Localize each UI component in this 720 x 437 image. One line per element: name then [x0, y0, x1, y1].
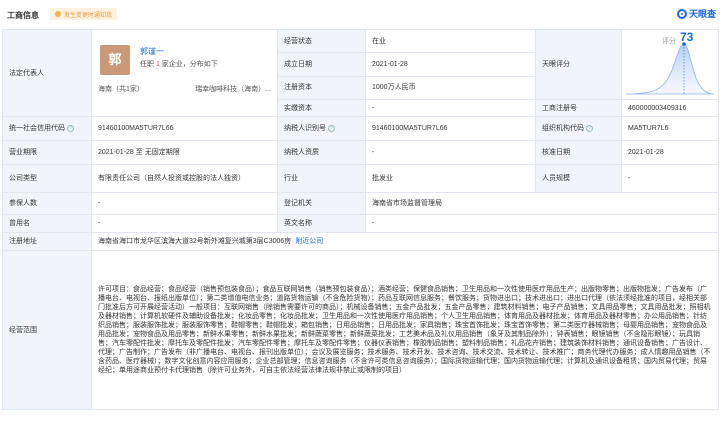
taxpayer-qual-label: 纳税人资质: [277, 140, 366, 165]
section-header: 工商信息 发生变更时通知我 天眼查: [0, 0, 720, 28]
reg-number-value: 460000003409316: [621, 99, 719, 117]
brand-logo[interactable]: 天眼查: [676, 7, 716, 20]
address-cell: 海南省海口市龙华区滨海大道32号新外滩复兴城第3层C3006房 附近公司: [91, 232, 719, 251]
org-code-value: MA5TUR7L6: [621, 116, 719, 141]
credit-code-label: 统一社会信用代码?: [2, 116, 92, 141]
reg-number-label: 工商注册号: [535, 99, 622, 117]
taxpayer-qual-value: -: [365, 140, 536, 165]
established-label: 成立日期: [277, 52, 366, 77]
established-value: 2021-01-28: [365, 52, 536, 77]
legal-rep-name[interactable]: 郭谨一: [140, 47, 164, 56]
avatar[interactable]: 郭: [100, 44, 130, 75]
authority-label: 登记机关: [277, 192, 366, 215]
legal-rep-cell: 郭 郭谨一 任职 1 家企业，分布如下 海南（共1家） 瑞幸咖啡科技（海南）..…: [91, 29, 278, 117]
insured-value: -: [91, 192, 278, 215]
help-circle-icon[interactable]: ?: [328, 124, 335, 132]
address-label: 注册地址: [2, 232, 92, 251]
score-label: 天眼评分: [535, 29, 622, 100]
section-title: 工商信息: [7, 11, 39, 20]
authority-value: 海南省市场监督管理局: [365, 192, 719, 215]
paid-capital-value: -: [365, 99, 536, 117]
scope-label: 经营范围: [2, 250, 92, 410]
notify-change-label: 发生变更时通知我: [64, 12, 113, 19]
bell-icon: [55, 11, 61, 17]
score-cell[interactable]: 评分 73: [621, 29, 719, 100]
status-label: 经营状态: [277, 28, 366, 54]
industry-label: 行业: [277, 164, 366, 193]
approval-date-value: 2021-01-28: [621, 140, 719, 165]
tianyancha-logo-icon: [676, 8, 687, 19]
org-code-label: 组织机构代码?: [535, 116, 622, 141]
paid-capital-label: 实缴资本: [277, 99, 366, 117]
term-value: 2021-01-28 至 无固定期限: [91, 140, 278, 165]
region-tag[interactable]: 海南（共1家）: [98, 85, 144, 94]
score-prefix: 评分: [662, 38, 676, 45]
capital-value: 1000万人民币: [365, 75, 536, 101]
scope-value: 许可项目：食品经营；食品经营（销售预包装食品）；食品互联网销售（销售预包装食品）…: [91, 250, 719, 410]
status-value: 在业: [365, 28, 536, 54]
staff-size-label: 人员规模: [535, 164, 622, 193]
former-name-label: 曾用名: [2, 214, 92, 233]
business-info-table: 法定代表人 郭 郭谨一 任职 1 家企业，分布如下 海南（共1家） 瑞幸咖啡科技…: [2, 28, 719, 410]
score-value: 73: [680, 30, 694, 44]
company-type-label: 公司类型: [2, 164, 92, 193]
approval-date-label: 核准日期: [535, 140, 622, 165]
insured-label: 参保人数: [2, 192, 92, 215]
address-value: 海南省海口市龙华区滨海大道32号新外滩复兴城第3层C3006房: [98, 238, 292, 245]
nearby-companies-link[interactable]: 附近公司: [295, 238, 323, 245]
term-label: 营业期限: [2, 140, 92, 165]
english-name-value: -: [365, 214, 719, 233]
related-company-tag[interactable]: 瑞幸咖啡科技（海南）...: [195, 85, 271, 94]
legal-rep-label: 法定代表人: [2, 29, 92, 117]
industry-value: 批发业: [365, 164, 536, 193]
company-type-value: 有限责任公司（自然人投资或控股的法人独资）: [91, 164, 278, 193]
taxpayer-id-value: 91460100MA5TUR7L66: [365, 116, 536, 141]
english-name-label: 英文名称: [277, 214, 366, 233]
credit-code-value: 91460100MA5TUR7L66: [91, 116, 278, 141]
notify-change-button[interactable]: 发生变更时通知我: [50, 8, 118, 20]
help-circle-icon[interactable]: ?: [586, 124, 593, 132]
staff-size-value: -: [621, 164, 719, 193]
brand-name: 天眼查: [688, 9, 716, 19]
capital-label: 注册资本: [277, 75, 366, 101]
taxpayer-id-label: 纳税人识别号?: [277, 116, 366, 141]
help-circle-icon[interactable]: ?: [67, 124, 74, 132]
legal-rep-summary: 任职 1 家企业，分布如下: [140, 60, 218, 68]
former-name-value: -: [91, 214, 278, 233]
